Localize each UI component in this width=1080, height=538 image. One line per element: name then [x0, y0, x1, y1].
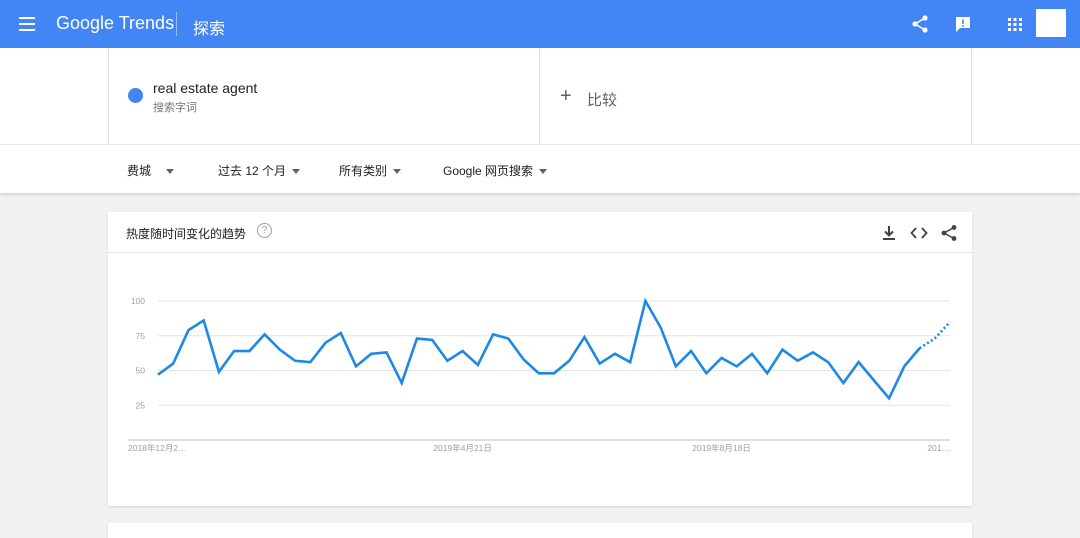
- chevron-down-icon: [292, 169, 301, 175]
- y-tick-label: 25: [136, 400, 146, 410]
- help-icon[interactable]: ?: [257, 223, 272, 238]
- download-icon[interactable]: [880, 224, 898, 242]
- embed-code-icon[interactable]: [910, 224, 928, 242]
- x-tick-label: 201…: [927, 443, 950, 453]
- search-term-type: 搜索字词: [153, 102, 197, 114]
- search-type-filter-label: Google 网页搜索: [443, 164, 534, 178]
- search-type-filter[interactable]: Google 网页搜索: [443, 162, 548, 179]
- card-title: 热度随时间变化的趋势: [126, 227, 247, 241]
- next-card: [108, 523, 972, 538]
- y-tick-label: 100: [131, 296, 145, 306]
- x-tick-label: 2018年12月2…: [128, 443, 187, 453]
- compare-button[interactable]: + 比较: [540, 48, 972, 144]
- search-terms-bar: real estate agent 搜索字词 + 比较: [0, 48, 1080, 144]
- location-filter-label: 费城: [127, 164, 152, 178]
- chevron-down-icon: [393, 169, 402, 175]
- search-term-card[interactable]: real estate agent 搜索字词: [108, 48, 540, 144]
- brand-divider: [176, 12, 177, 36]
- share-icon[interactable]: [910, 14, 930, 34]
- feedback-icon[interactable]: [953, 14, 973, 34]
- y-tick-label: 75: [136, 331, 146, 341]
- filter-bar: 费城 过去 12 个月 所有类别 Google 网页搜索: [0, 144, 1080, 193]
- series-line[interactable]: [157, 297, 921, 401]
- time-range-filter[interactable]: 过去 12 个月: [218, 162, 301, 179]
- top-app-bar: Google Trends 探索: [0, 0, 1080, 48]
- share-icon[interactable]: [940, 224, 958, 242]
- chevron-down-icon: [166, 169, 175, 175]
- term-color-dot: [128, 88, 143, 103]
- page-title: 探索: [193, 21, 226, 38]
- search-term-name[interactable]: real estate agent: [153, 80, 257, 96]
- x-tick-label: 2019年8月18日: [692, 443, 751, 453]
- y-tick-label: 50: [136, 366, 146, 376]
- time-range-filter-label: 过去 12 个月: [218, 164, 287, 178]
- chevron-down-icon: [539, 169, 548, 175]
- brand-logo[interactable]: Google Trends: [56, 13, 174, 34]
- plus-icon: +: [560, 85, 572, 107]
- x-tick-label: 2019年4月21日: [433, 443, 492, 453]
- compare-label: 比较: [587, 92, 618, 109]
- card-header: 热度随时间变化的趋势 ?: [108, 212, 972, 253]
- location-filter[interactable]: 费城: [127, 162, 175, 179]
- interest-over-time-card: 热度随时间变化的趋势 ? 100 75 50 25 2018年12月2… 2019年4月2…: [108, 212, 972, 506]
- menu-icon[interactable]: [19, 17, 35, 31]
- account-avatar[interactable]: [1036, 9, 1066, 37]
- series-line-partial[interactable]: [918, 320, 951, 350]
- apps-icon[interactable]: [1005, 14, 1025, 34]
- category-filter[interactable]: 所有类别: [339, 162, 402, 179]
- line-chart: 100 75 50 25 2018年12月2… 2019年4月21日 2019年8月18日 2…: [128, 296, 951, 453]
- category-filter-label: 所有类别: [339, 164, 388, 178]
